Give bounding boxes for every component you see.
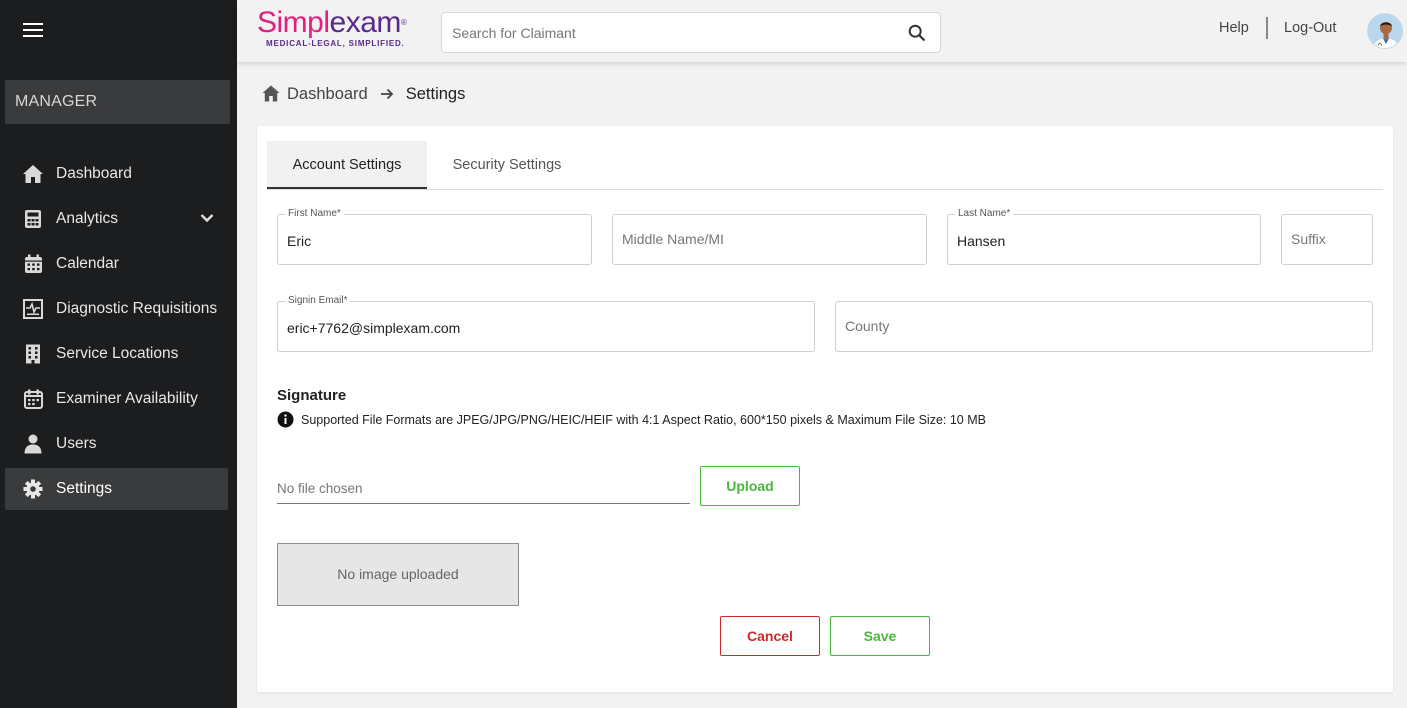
suffix-field bbox=[1281, 214, 1373, 265]
sidebar-item-label: Users bbox=[56, 435, 97, 452]
last-name-field: Last Name* bbox=[947, 208, 1261, 265]
sidebar: MANAGER Dashboard Analytics Calendar Dia… bbox=[0, 0, 237, 708]
diagnostic-icon bbox=[22, 298, 44, 320]
signin-email-field: Signin Email* bbox=[277, 295, 815, 352]
signature-info: Supported File Formats are JPEG/JPG/PNG/… bbox=[277, 411, 986, 428]
sidebar-item-examiner-availability[interactable]: Examiner Availability bbox=[5, 378, 228, 420]
upload-button[interactable]: Upload bbox=[700, 466, 800, 506]
sidebar-item-analytics[interactable]: Analytics bbox=[5, 198, 228, 240]
suffix-input[interactable] bbox=[1291, 227, 1363, 251]
file-chosen-status: No file chosen bbox=[277, 479, 690, 504]
county-field bbox=[835, 301, 1373, 352]
sidebar-item-calendar[interactable]: Calendar bbox=[5, 243, 228, 285]
sidebar-item-dashboard[interactable]: Dashboard bbox=[5, 153, 228, 195]
gear-icon bbox=[22, 478, 44, 500]
info-icon bbox=[277, 411, 294, 428]
logo-wordmark: Simplexam® bbox=[257, 6, 407, 39]
sidebar-nav: Dashboard Analytics Calendar Diagnostic … bbox=[5, 153, 228, 513]
tab-account-settings[interactable]: Account Settings bbox=[267, 141, 427, 189]
search-icon[interactable] bbox=[908, 24, 926, 42]
county-input[interactable] bbox=[845, 314, 1363, 338]
sidebar-item-label: Diagnostic Requisitions bbox=[56, 300, 218, 317]
tab-security-settings[interactable]: Security Settings bbox=[427, 141, 587, 189]
logout-link[interactable]: Log-Out bbox=[1284, 20, 1336, 36]
avatar[interactable] bbox=[1367, 13, 1403, 49]
top-header: Simplexam® MEDICAL-LEGAL, SIMPLIFIED. He… bbox=[237, 0, 1407, 62]
search-input[interactable] bbox=[452, 13, 892, 52]
breadcrumb-dashboard-link[interactable]: Dashboard bbox=[287, 85, 368, 104]
middle-name-input[interactable] bbox=[622, 227, 917, 251]
sidebar-item-label: Dashboard bbox=[56, 165, 132, 182]
sidebar-item-label: Settings bbox=[56, 480, 113, 497]
chevron-down-icon[interactable] bbox=[200, 210, 214, 228]
calendar-check-icon bbox=[22, 388, 44, 410]
first-name-label: First Name* bbox=[285, 208, 344, 220]
settings-card: Account Settings Security Settings First… bbox=[257, 126, 1393, 692]
home-icon bbox=[22, 163, 44, 185]
arrow-right-icon bbox=[380, 87, 394, 101]
sidebar-item-settings[interactable]: Settings bbox=[5, 468, 228, 510]
last-name-input[interactable] bbox=[957, 229, 1251, 253]
signature-preview: No image uploaded bbox=[277, 543, 519, 606]
sidebar-item-label: Examiner Availability bbox=[56, 390, 198, 407]
signature-title: Signature bbox=[277, 387, 347, 404]
sidebar-item-label: Analytics bbox=[56, 210, 119, 227]
middle-name-field bbox=[612, 214, 927, 265]
help-link[interactable]: Help bbox=[1219, 20, 1249, 36]
header-divider bbox=[1266, 17, 1268, 39]
logo-tagline: MEDICAL-LEGAL, SIMPLIFIED. bbox=[266, 39, 405, 48]
user-icon bbox=[22, 433, 44, 455]
first-name-input[interactable] bbox=[287, 229, 582, 253]
role-label: MANAGER bbox=[5, 80, 230, 124]
signin-email-input[interactable] bbox=[287, 316, 805, 340]
claimant-search bbox=[441, 12, 941, 53]
breadcrumb: Dashboard Settings bbox=[262, 83, 465, 105]
building-icon bbox=[22, 343, 44, 365]
calculator-icon bbox=[22, 208, 44, 230]
sidebar-item-label: Calendar bbox=[56, 255, 119, 272]
save-button[interactable]: Save bbox=[830, 616, 930, 656]
breadcrumb-current: Settings bbox=[405, 84, 466, 103]
simplexam-logo[interactable]: Simplexam® MEDICAL-LEGAL, SIMPLIFIED. bbox=[257, 8, 427, 52]
sidebar-item-service-locations[interactable]: Service Locations bbox=[5, 333, 228, 375]
first-name-field: First Name* bbox=[277, 208, 592, 265]
sidebar-item-users[interactable]: Users bbox=[5, 423, 228, 465]
signature-info-text: Supported File Formats are JPEG/JPG/PNG/… bbox=[301, 412, 986, 427]
sidebar-item-diagnostic-requisitions[interactable]: Diagnostic Requisitions bbox=[5, 288, 228, 330]
sidebar-item-label: Service Locations bbox=[56, 345, 179, 362]
last-name-label: Last Name* bbox=[955, 208, 1014, 220]
home-icon[interactable] bbox=[262, 85, 280, 103]
cancel-button[interactable]: Cancel bbox=[720, 616, 820, 656]
calendar-icon bbox=[22, 253, 44, 275]
hamburger-menu-icon[interactable] bbox=[23, 23, 43, 37]
signin-email-label: Signin Email* bbox=[285, 295, 351, 307]
settings-tabs: Account Settings Security Settings bbox=[267, 141, 1383, 190]
